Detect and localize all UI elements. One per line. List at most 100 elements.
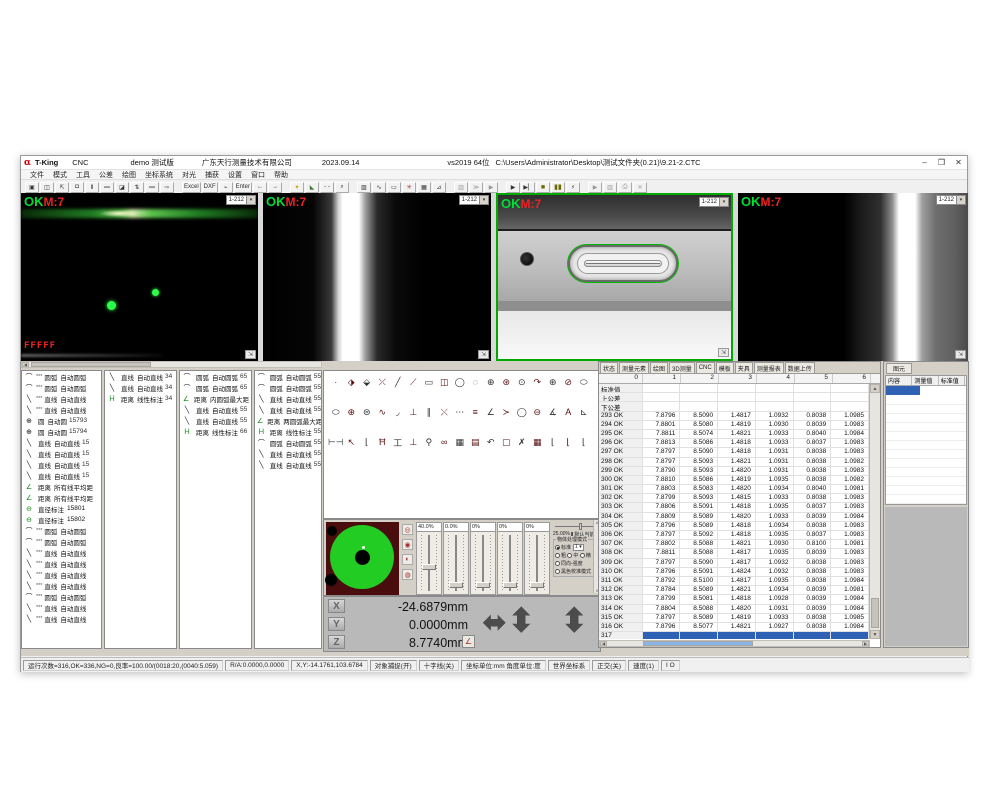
scroll-thumb[interactable] [31,362,151,367]
toolbar-button[interactable]: → [268,182,282,193]
tool-icon[interactable]: ⟋ [406,375,422,389]
status-segment[interactable]: 速度(1) [628,660,659,671]
scroll-up-icon[interactable]: ▲ [870,384,880,393]
tool-icon[interactable]: ⊕ [344,405,360,419]
chevron-down-icon[interactable]: ▾ [480,195,489,205]
toolbar-button[interactable]: ▶ [506,182,520,193]
result-row[interactable]: 314 OK7.88048.50881.48201.09310.80391.09… [599,605,869,614]
tool-icon[interactable]: ◯ [452,375,468,389]
feature-item[interactable]: ⌒ *** 圆弧 自动圆弧 [22,536,101,547]
column-header[interactable]: 2 [681,374,719,383]
feature-item[interactable]: ╲ 直线 自动直线 34 [105,382,176,393]
tool-icon[interactable]: ⋯ [452,405,468,419]
tool-icon[interactable]: ⊛ [499,375,515,389]
toolbar-button[interactable]: ⊿ [432,182,446,193]
light-segment-icon[interactable]: ◎ [402,524,413,535]
status-segment[interactable]: I O [661,660,680,671]
toolbar-button[interactable]: ◘ [70,182,84,193]
toolbar-button[interactable]: ▬ [100,182,114,193]
tool-icon[interactable]: ≻ [499,405,515,419]
menu-item[interactable]: 绘图 [122,170,136,180]
slider-thumb[interactable] [476,582,490,588]
camera-channel-dropdown[interactable]: 1-212 ▾ [226,195,256,205]
chevron-down-icon[interactable]: ▾ [247,195,256,205]
tool-icon[interactable]: ⚲ [421,435,437,449]
toolbar-button[interactable]: ✕ [633,182,647,193]
result-row[interactable]: 317 [599,632,869,639]
camera-view-3-selected[interactable]: OKM:7 1-212 ▾ ⇲ [496,193,733,361]
feature-item[interactable]: ⌒ *** 圆弧 自动圆弧 [22,525,101,536]
mode-value-dropdown[interactable]: 1 ▾ [573,544,584,551]
result-row[interactable]: 296 OK7.88138.50861.48181.09330.80371.09… [599,439,869,448]
z-move-button[interactable]: ∠ [462,635,475,648]
toolbar-button[interactable]: - - [320,182,334,193]
result-row[interactable]: 309 OK7.87978.50901.48171.09320.80381.09… [599,559,869,568]
mode-standard-radio[interactable] [555,545,560,550]
feature-item[interactable]: ╲ *** 直线 自动直线 [22,613,101,624]
feature-item[interactable]: ╲ *** 直线 自动直线 [22,569,101,580]
tool-icon[interactable]: ⬙ [359,375,375,389]
result-row[interactable]: 上公差 [599,393,869,402]
tool-icon[interactable]: ⬭ [576,375,592,389]
camera-channel-dropdown[interactable]: 1-212 ▾ [459,195,489,205]
tool-icon[interactable]: ⊾ [576,405,592,419]
toolbar-button[interactable]: ▶ [588,182,602,193]
menu-item[interactable]: 工具 [76,170,90,180]
light-slider[interactable]: 0.0% [443,522,469,595]
feature-item[interactable]: ╲ *** 直线 自动直线 [22,602,101,613]
column-header[interactable]: 3 [719,374,757,383]
feature-item[interactable]: Ｈ 距离 线性标注 34 [105,393,176,404]
tool-icon[interactable]: A [561,405,577,419]
tool-icon[interactable]: ◌ [468,375,484,389]
camera-view-1[interactable]: FFFFF OKM:7 1-212 ▾ ⇲ [21,193,258,361]
tool-icon[interactable]: ⊕ [545,375,561,389]
feature-item[interactable]: ⊖ 直径标注 15802 [22,514,101,525]
result-row[interactable]: 294 OK7.88018.50801.48191.09300.80391.09… [599,421,869,430]
result-row[interactable]: 下公差 [599,402,869,411]
tool-icon[interactable]: ▤ [468,435,484,449]
close-button[interactable]: ✕ [950,156,967,169]
menu-item[interactable]: 设置 [228,170,242,180]
result-row[interactable]: 304 OK7.88098.50891.48201.09330.80391.09… [599,513,869,522]
tool-icon[interactable]: ∡ [545,405,561,419]
feature-item[interactable]: ╲ 直线 自动直线 55 [255,393,321,404]
scroll-right-icon[interactable]: ▶ [862,641,869,646]
status-segment[interactable]: 十字线(关) [419,660,459,671]
toolbar-button[interactable]: ■ [536,182,550,193]
result-row[interactable]: 315 OK7.87978.50891.48191.09330.80381.09… [599,614,869,623]
tool-icon[interactable]: ✗ [514,435,530,449]
feature-item[interactable]: ∠ 距离 内圆弧最大距 [180,393,251,404]
result-row[interactable]: 302 OK7.87998.50931.48151.09330.80381.09… [599,494,869,503]
jog-xy-arrows[interactable]: ⬌ [482,605,507,640]
toolbar-button[interactable]: ▶ [484,182,498,193]
feature-item[interactable]: ⊖ 直径标注 15801 [22,503,101,514]
tool-icon[interactable]: ⊖ [530,405,546,419]
chevron-down-icon[interactable]: ▾ [957,195,966,205]
camera-resize-icon[interactable]: ⇲ [955,350,966,359]
black-calibration-radio[interactable] [555,569,560,574]
menu-item[interactable]: 公差 [99,170,113,180]
result-row[interactable]: 标准值 [599,384,869,393]
feature-item[interactable]: ╲ *** 直线 自动直线 [22,393,101,404]
toolbar-button[interactable]: ▭ [387,182,401,193]
same-direction-radio[interactable] [555,561,560,566]
result-row[interactable]: 301 OK7.88038.50831.48201.09340.80401.09… [599,485,869,494]
camera-resize-icon[interactable]: ⇲ [478,350,489,359]
toolbar-button[interactable]: ✦ [290,182,304,193]
result-row[interactable]: 299 OK7.87908.50931.48201.09310.80381.09… [599,467,869,476]
menu-item[interactable]: 对光 [182,170,196,180]
toolbar-button[interactable]: ⇱ [55,182,69,193]
result-row[interactable]: 297 OK7.87978.50901.48181.09310.80381.09… [599,448,869,457]
toolbar-button[interactable]: ◫ [40,182,54,193]
feature-item[interactable]: ⌒ 圆弧 自动圆弧 55 [255,382,321,393]
status-segment[interactable]: 运行次数=316,OK=336,NG=0,良率=100.00/(0018:20,… [23,660,223,671]
feature-item[interactable]: ╲ 直线 自动直线 55 [255,448,321,459]
toolbar-button[interactable]: DXF [202,182,218,193]
tool-icon[interactable]: · [328,375,344,389]
results-tab[interactable]: CNC [696,362,715,373]
results-tab[interactable]: 夹具 [735,362,753,373]
minimize-button[interactable]: – [916,156,933,169]
tool-icon[interactable]: ⤬ [437,405,453,419]
grade-medium-radio[interactable] [567,553,572,558]
tool-icon[interactable]: ◫ [437,375,453,389]
